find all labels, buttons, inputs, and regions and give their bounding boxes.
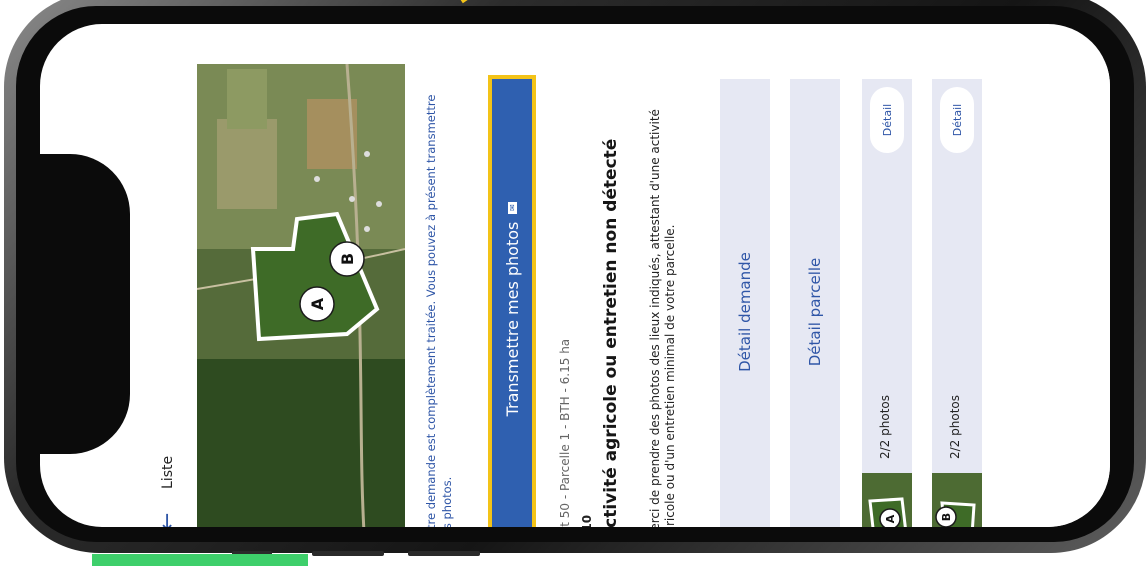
top-bar: ← Liste [140, 64, 195, 527]
photo-thumbnail[interactable]: A [862, 473, 912, 527]
photo-detail-button[interactable]: Détail [940, 87, 974, 153]
volume-button [312, 551, 384, 556]
page-title: Liste [159, 455, 176, 489]
photo-row: A 2/2 photos Détail [862, 79, 912, 527]
photo-thumbnail[interactable]: B [932, 473, 982, 527]
transmit-photos-label: Transmettre mes photos [502, 221, 522, 417]
anomaly-description: Merci de prendre des photos des lieux in… [648, 109, 677, 527]
parcel-map[interactable]: A B [197, 64, 405, 527]
detail-demande-card[interactable]: Détail demande [720, 79, 770, 527]
transmit-photos-button[interactable]: Transmettre mes photos ✉ [488, 75, 536, 527]
parcel-meta: Ilot 50 - Parcelle 1 - BTH - 6.15 ha [558, 338, 572, 527]
photo-count: 2/2 photos [948, 395, 962, 459]
map-marker-b: B [338, 253, 357, 265]
detail-demande-label: Détail demande [736, 252, 754, 372]
phone-notch [40, 154, 130, 454]
app-view: ← Liste A B Votre demande est complèteme… [140, 64, 1110, 527]
detail-parcelle-label: Détail parcelle [806, 257, 824, 367]
photo-detail-button[interactable]: Détail [870, 87, 904, 153]
phone-screen: ← Liste A B Votre demande est complèteme… [40, 24, 1110, 527]
map-marker-a: A [308, 297, 327, 310]
photo-row: B 2/2 photos Détail [932, 79, 982, 527]
photo-count: 2/2 photos [878, 395, 892, 459]
thumbnail-marker: B [940, 513, 953, 521]
thumbnail-marker: A [884, 514, 897, 523]
deadline-tag: J-10 [580, 515, 594, 527]
back-arrow-icon[interactable]: ← [155, 503, 180, 527]
mail-icon: ✉ [507, 201, 517, 214]
satellite-map-image: A B [197, 64, 405, 527]
power-button [408, 551, 480, 556]
status-message: Votre demande est complètement traitée. … [424, 94, 454, 527]
decorative-strip [92, 554, 308, 566]
anomaly-heading: Activité agricole ou entretien non détec… [601, 138, 621, 527]
detail-parcelle-card[interactable]: Détail parcelle [790, 79, 840, 527]
